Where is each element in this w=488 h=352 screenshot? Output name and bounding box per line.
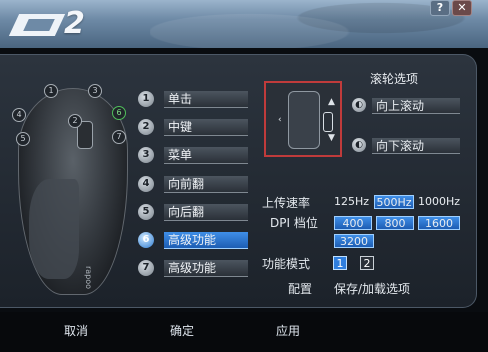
dpi-label: DPI 档位 — [270, 216, 318, 230]
callout-7[interactable]: 7 — [112, 130, 126, 144]
callout-4[interactable]: 4 — [12, 108, 26, 122]
dpi-option-3200[interactable]: 3200 — [334, 234, 374, 248]
callout-5[interactable]: 5 — [16, 132, 30, 146]
button-number-4: 4 — [138, 176, 154, 192]
apply-button[interactable]: 应用 — [276, 322, 300, 339]
config-label: 配置 — [288, 282, 313, 296]
callout-1[interactable]: 1 — [44, 84, 58, 98]
button-number-5: 5 — [138, 204, 154, 220]
button-action-7[interactable]: 高级功能 — [164, 260, 248, 277]
button-number-3: 3 — [138, 147, 154, 163]
button-action-6[interactable]: 高级功能 — [164, 232, 248, 249]
scroll-up-action[interactable]: ◐ 向上滚动 — [352, 98, 462, 114]
button-row-6[interactable]: 6 高级功能 — [138, 232, 250, 250]
mode-option-1[interactable]: 1 — [333, 256, 347, 270]
button-row-2[interactable]: 2 中键 — [138, 119, 250, 137]
dpi-option-400[interactable]: 400 — [334, 216, 372, 230]
button-row-4[interactable]: 4 向前翻 — [138, 176, 250, 194]
mouse-side-grip — [29, 179, 79, 279]
button-row-3[interactable]: 3 菜单 — [138, 147, 250, 165]
preview-mouse-icon — [288, 91, 333, 149]
cancel-button[interactable]: 取消 — [64, 322, 88, 339]
scroll-wheel-preview: ▲ ▼ ‹ — [264, 81, 342, 157]
button-action-2[interactable]: 中键 — [164, 119, 248, 136]
button-action-4[interactable]: 向前翻 — [164, 176, 248, 193]
dpi-option-800[interactable]: 800 — [376, 216, 414, 230]
button-action-5[interactable]: 向后翻 — [164, 204, 248, 221]
scroll-up-icon: ◐ — [352, 98, 366, 112]
logo-text: 2 — [64, 6, 85, 41]
app-logo: 2 — [8, 6, 85, 41]
footer-bar: 取消 确定 应用 — [0, 312, 488, 352]
button-number-1: 1 — [138, 91, 154, 107]
button-number-7: 7 — [138, 260, 154, 276]
mode-label: 功能模式 — [262, 257, 311, 271]
callout-2[interactable]: 2 — [68, 114, 82, 128]
mode-option-2[interactable]: 2 — [360, 256, 374, 270]
report-rate-label: 上传速率 — [262, 196, 311, 210]
scroll-up-label[interactable]: 向上滚动 — [372, 98, 460, 114]
logo-mark-icon — [8, 13, 66, 36]
help-button[interactable]: ? — [430, 0, 450, 16]
mouse-brand-text: rapoo — [84, 265, 94, 290]
scroll-down-icon: ◐ — [352, 138, 366, 152]
arrow-down-icon: ▼ — [328, 133, 335, 143]
report-rate-500[interactable]: 500Hz — [374, 195, 414, 209]
title-bar: 2 ? ✕ — [0, 0, 488, 48]
scroll-options-title: 滚轮选项 — [370, 72, 419, 86]
button-row-7[interactable]: 7 高级功能 — [138, 260, 250, 278]
mouse-illustration: rapoo 1 2 3 4 5 6 7 — [6, 78, 136, 303]
dpi-option-1600[interactable]: 1600 — [418, 216, 460, 230]
button-action-1[interactable]: 单击 — [164, 91, 248, 108]
app-window: 2 ? ✕ rapoo 1 2 3 4 5 6 7 1 单击 2 中键 3 菜单… — [0, 0, 488, 352]
scroll-down-label[interactable]: 向下滚动 — [372, 138, 460, 154]
report-rate-125[interactable]: 125Hz — [334, 195, 369, 209]
callout-6[interactable]: 6 — [112, 106, 126, 120]
button-number-6: 6 — [138, 232, 154, 248]
arrow-left-icon: ‹ — [278, 115, 282, 125]
button-row-5[interactable]: 5 向后翻 — [138, 204, 250, 222]
config-save-load-link[interactable]: 保存/加载选项 — [334, 280, 410, 297]
callout-3[interactable]: 3 — [88, 84, 102, 98]
close-button[interactable]: ✕ — [452, 0, 472, 16]
button-action-3[interactable]: 菜单 — [164, 147, 248, 164]
preview-wheel — [323, 112, 333, 132]
button-row-1[interactable]: 1 单击 — [138, 91, 250, 109]
ok-button[interactable]: 确定 — [170, 322, 194, 339]
button-number-2: 2 — [138, 119, 154, 135]
scroll-down-action[interactable]: ◐ 向下滚动 — [352, 138, 462, 154]
report-rate-1000[interactable]: 1000Hz — [418, 195, 460, 209]
arrow-up-icon: ▲ — [328, 97, 335, 107]
